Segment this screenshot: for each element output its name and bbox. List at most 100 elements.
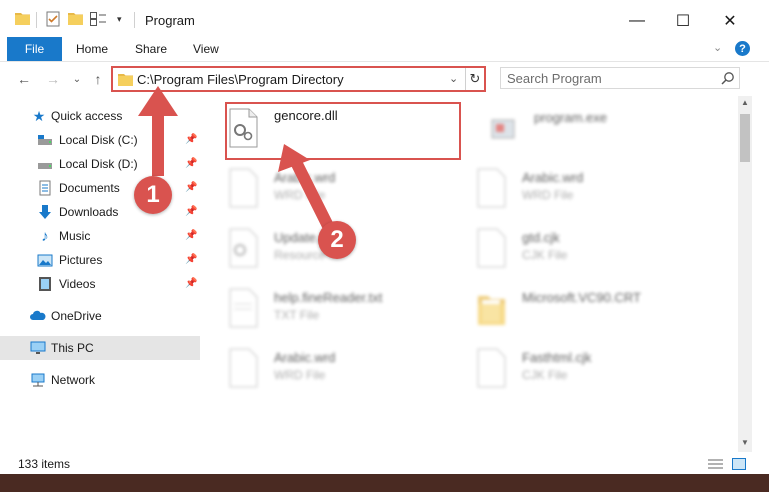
file-name: Arabic.wrd (522, 170, 584, 185)
tab-home[interactable]: Home (76, 42, 108, 56)
folder-icon[interactable] (15, 11, 30, 25)
file-icon (477, 228, 506, 268)
sidebar-item-videos[interactable]: Videos 📌 (0, 272, 200, 296)
maximize-button[interactable]: ☐ (660, 6, 706, 36)
downloads-icon (39, 205, 51, 219)
expand-ribbon-icon[interactable]: ⌄ (713, 41, 722, 54)
file-item[interactable]: help.fineReader.txt TXT File (208, 278, 458, 338)
window-title: Program (145, 13, 195, 28)
videos-icon (39, 277, 51, 291)
details-view-icon[interactable] (708, 458, 723, 470)
pictures-icon (37, 254, 53, 267)
view-options-icon[interactable] (90, 12, 106, 26)
status-bar: 133 items (0, 452, 769, 474)
file-icon (477, 168, 506, 208)
properties-icon[interactable] (46, 11, 60, 27)
file-type: CJK File (522, 368, 568, 382)
customize-toolbar-icon[interactable]: ▾ (117, 14, 129, 24)
file-type: CJK File (522, 248, 568, 262)
file-item[interactable]: Arabic.wrd WRD File (208, 158, 458, 218)
this-pc-icon (30, 341, 46, 354)
file-name: Microsoft.VC90.CRT (522, 290, 641, 305)
dll-file-icon (229, 228, 258, 268)
recent-locations-icon[interactable]: ⌄ (68, 70, 86, 88)
music-icon: ♪ (41, 227, 49, 245)
file-type: WRD File (522, 188, 574, 202)
file-name: help.fineReader.txt (274, 290, 383, 305)
text-file-icon (229, 288, 258, 328)
title-separator (134, 12, 135, 28)
search-input[interactable]: Search Program (500, 67, 740, 89)
address-dropdown-icon[interactable]: ⌄ (449, 72, 458, 85)
pin-icon[interactable]: 📌 (185, 158, 197, 170)
drive-d-icon (38, 163, 52, 169)
sidebar-item-music[interactable]: ♪ Music 📌 (0, 224, 200, 248)
sidebar-item-this-pc[interactable]: This PC (0, 336, 200, 360)
tab-view[interactable]: View (193, 42, 219, 56)
drive-c-icon (38, 135, 52, 145)
pin-icon[interactable]: 📌 (185, 230, 197, 242)
exe-file-icon (491, 119, 515, 139)
back-icon[interactable]: ← (15, 70, 33, 88)
up-icon[interactable]: ↑ (89, 70, 107, 88)
large-icons-view-icon[interactable] (732, 458, 746, 470)
sidebar-item-local-disk-c[interactable]: Local Disk (C:) 📌 (0, 128, 200, 152)
pin-icon[interactable]: 📌 (185, 254, 197, 266)
item-count: 133 items (18, 457, 71, 471)
file-icon (229, 348, 258, 388)
file-item[interactable]: gtd.cjk CJK File (456, 218, 706, 278)
search-placeholder: Search Program (507, 71, 602, 86)
quick-access-separator (36, 12, 37, 28)
vertical-scrollbar[interactable]: ▲ ▼ (738, 96, 752, 452)
tab-file[interactable]: File (7, 37, 62, 61)
refresh-icon[interactable]: ↻ (465, 68, 484, 90)
file-icon (477, 348, 506, 388)
pin-icon[interactable]: 📌 (185, 206, 197, 218)
file-type: WRD File (274, 368, 326, 382)
file-type: Resource (274, 248, 326, 262)
minimize-button[interactable]: — (614, 6, 660, 36)
pin-icon[interactable]: 📌 (185, 278, 197, 290)
forward-icon[interactable]: → (44, 70, 62, 88)
sidebar-item-downloads[interactable]: Downloads 📌 (0, 200, 200, 224)
file-item-program-exe[interactable]: program.exe (468, 98, 718, 158)
title-bar: ▾ Program — ☐ ✕ (0, 0, 769, 38)
close-button[interactable]: ✕ (707, 6, 753, 36)
ribbon-tabs: File Home Share View ⌄ ? (0, 37, 769, 62)
sidebar-item-local-disk-d[interactable]: Local Disk (D:) 📌 (0, 152, 200, 176)
scroll-up-icon[interactable]: ▲ (738, 98, 752, 110)
file-item[interactable]: Microsoft.VC90.CRT (456, 278, 706, 338)
network-icon (31, 373, 45, 387)
star-icon: ★ (32, 107, 46, 124)
file-name: Arabic.wrd (274, 350, 336, 365)
sidebar-item-quick-access[interactable]: ★ Quick access (0, 104, 200, 128)
documents-icon (39, 180, 51, 196)
folder-icon (118, 74, 133, 86)
address-path[interactable]: C:\Program Files\Program Directory (137, 72, 344, 87)
scroll-thumb[interactable] (740, 114, 750, 162)
taskbar-strip (0, 474, 769, 492)
file-icon (229, 168, 258, 208)
callout-2: 2 (318, 221, 356, 259)
file-item[interactable]: Arabic.wrd WRD File (456, 158, 706, 218)
file-name: Fasthtml.cjk (522, 350, 592, 365)
file-type: TXT File (274, 308, 320, 322)
address-bar[interactable]: C:\Program Files\Program Directory ⌄ ↻ (111, 66, 486, 92)
pin-icon[interactable]: 📌 (185, 134, 197, 146)
highlight-box (225, 102, 461, 160)
file-name: program.exe (534, 110, 607, 125)
search-icon[interactable] (721, 71, 735, 85)
file-item[interactable]: Arabic.wrd WRD File (208, 338, 458, 398)
scroll-down-icon[interactable]: ▼ (738, 438, 752, 450)
navigation-bar: ← → ⌄ ↑ C:\Program Files\Program Directo… (0, 62, 769, 96)
folder-icon (478, 296, 505, 325)
help-icon[interactable]: ? (735, 41, 750, 56)
tab-share[interactable]: Share (135, 42, 167, 56)
sidebar-item-onedrive[interactable]: OneDrive (0, 304, 200, 328)
file-item[interactable]: Fasthtml.cjk CJK File (456, 338, 706, 398)
pin-icon[interactable]: 📌 (185, 182, 197, 194)
file-type: WRD File (274, 188, 326, 202)
new-folder-icon[interactable] (68, 11, 83, 25)
sidebar-item-network[interactable]: Network (0, 368, 200, 392)
sidebar-item-pictures[interactable]: Pictures 📌 (0, 248, 200, 272)
